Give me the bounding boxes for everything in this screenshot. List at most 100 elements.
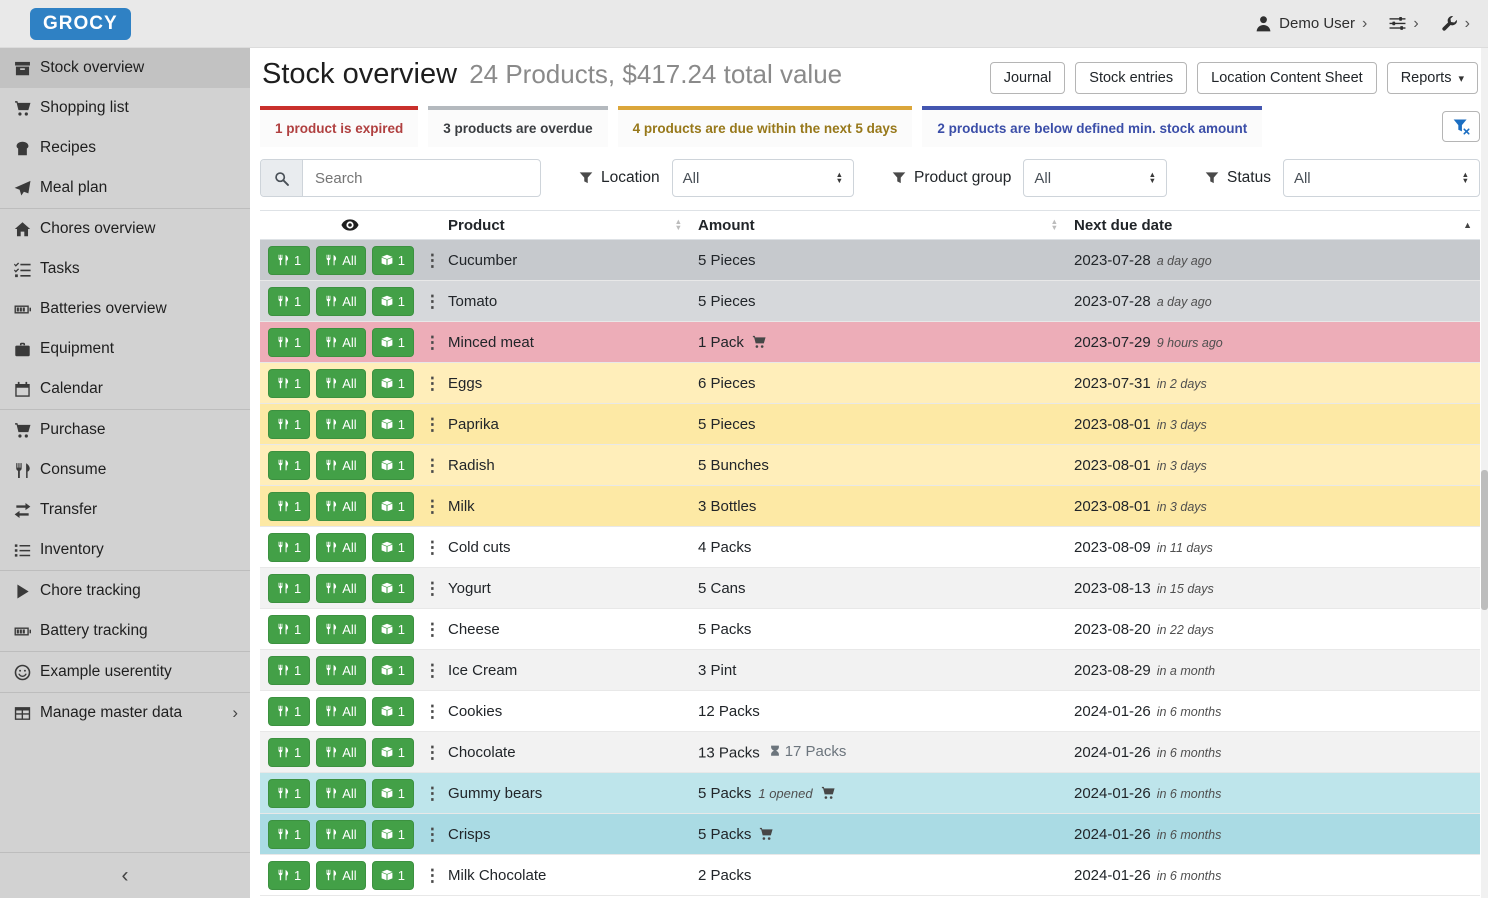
sort-icons[interactable]: ▲▼: [675, 219, 682, 232]
consume-one-button[interactable]: 1: [268, 246, 310, 275]
consume-one-button[interactable]: 1: [268, 615, 310, 644]
row-menu-button[interactable]: ⋮: [420, 867, 440, 884]
consume-all-button[interactable]: All: [316, 820, 365, 849]
consume-one-button[interactable]: 1: [268, 656, 310, 685]
consume-all-button[interactable]: All: [316, 615, 365, 644]
consume-all-button[interactable]: All: [316, 533, 365, 562]
row-menu-button[interactable]: ⋮: [420, 703, 440, 720]
consume-one-button[interactable]: 1: [268, 820, 310, 849]
consume-one-button[interactable]: 1: [268, 779, 310, 808]
consume-all-button[interactable]: All: [316, 492, 365, 521]
consume-one-button[interactable]: 1: [268, 697, 310, 726]
consume-one-button[interactable]: 1: [268, 451, 310, 480]
open-one-button[interactable]: 1: [372, 820, 414, 849]
sidebar-item-meal-plan[interactable]: Meal plan: [0, 168, 250, 208]
reports-button[interactable]: Reports ▾: [1387, 62, 1478, 94]
row-menu-button[interactable]: ⋮: [420, 539, 440, 556]
open-one-button[interactable]: 1: [372, 246, 414, 275]
consume-all-button[interactable]: All: [316, 779, 365, 808]
consume-one-button[interactable]: 1: [268, 369, 310, 398]
consume-all-button[interactable]: All: [316, 246, 365, 275]
row-menu-button[interactable]: ⋮: [420, 416, 440, 433]
open-one-button[interactable]: 1: [372, 861, 414, 890]
row-menu-button[interactable]: ⋮: [420, 662, 440, 679]
open-one-button[interactable]: 1: [372, 533, 414, 562]
sidebar-item-tasks[interactable]: Tasks: [0, 249, 250, 289]
status-card-danger[interactable]: 1 product is expired: [260, 106, 418, 147]
consume-one-button[interactable]: 1: [268, 574, 310, 603]
due-column-header[interactable]: Next due date ▲: [1066, 211, 1480, 240]
sidebar-item-inventory[interactable]: Inventory: [0, 530, 250, 570]
scrollbar-thumb[interactable]: [1481, 470, 1488, 610]
scrollbar[interactable]: [1481, 48, 1488, 898]
sidebar-item-chores-overview[interactable]: Chores overview: [0, 209, 250, 249]
open-one-button[interactable]: 1: [372, 369, 414, 398]
consume-all-button[interactable]: All: [316, 328, 365, 357]
filter-select[interactable]: All ▲▼: [1283, 159, 1480, 197]
sidebar-item-consume[interactable]: Consume: [0, 450, 250, 490]
sidebar-item-equipment[interactable]: Equipment: [0, 329, 250, 369]
journal-button[interactable]: Journal: [990, 62, 1066, 94]
status-card-secondary[interactable]: 3 products are overdue: [428, 106, 607, 147]
row-menu-button[interactable]: ⋮: [420, 498, 440, 515]
consume-one-button[interactable]: 1: [268, 861, 310, 890]
open-one-button[interactable]: 1: [372, 697, 414, 726]
consume-one-button[interactable]: 1: [268, 533, 310, 562]
consume-one-button[interactable]: 1: [268, 328, 310, 357]
consume-all-button[interactable]: All: [316, 656, 365, 685]
row-menu-button[interactable]: ⋮: [420, 334, 440, 351]
open-one-button[interactable]: 1: [372, 451, 414, 480]
sidebar-item-stock-overview[interactable]: Stock overview: [0, 48, 250, 88]
row-menu-button[interactable]: ⋮: [420, 457, 440, 474]
row-menu-button[interactable]: ⋮: [420, 785, 440, 802]
search-input[interactable]: [303, 160, 540, 196]
user-menu[interactable]: Demo User ›: [1255, 15, 1367, 32]
consume-all-button[interactable]: All: [316, 410, 365, 439]
row-menu-button[interactable]: ⋮: [420, 621, 440, 638]
sort-asc-icon[interactable]: ▲: [1463, 220, 1472, 230]
open-one-button[interactable]: 1: [372, 779, 414, 808]
open-one-button[interactable]: 1: [372, 410, 414, 439]
clear-filter-button[interactable]: [1442, 111, 1480, 142]
row-menu-button[interactable]: ⋮: [420, 744, 440, 761]
open-one-button[interactable]: 1: [372, 574, 414, 603]
consume-all-button[interactable]: All: [316, 697, 365, 726]
open-one-button[interactable]: 1: [372, 615, 414, 644]
sidebar-collapse-button[interactable]: ‹: [0, 852, 250, 898]
consume-one-button[interactable]: 1: [268, 738, 310, 767]
open-one-button[interactable]: 1: [372, 738, 414, 767]
row-menu-button[interactable]: ⋮: [420, 375, 440, 392]
sidebar-item-transfer[interactable]: Transfer: [0, 490, 250, 530]
stock-entries-button[interactable]: Stock entries: [1075, 62, 1187, 94]
sidebar-item-shopping-list[interactable]: Shopping list: [0, 88, 250, 128]
filter-select[interactable]: All ▲▼: [672, 159, 854, 197]
open-one-button[interactable]: 1: [372, 492, 414, 521]
filter-select[interactable]: All ▲▼: [1023, 159, 1167, 197]
eye-icon[interactable]: [268, 216, 432, 234]
row-menu-button[interactable]: ⋮: [420, 252, 440, 269]
consume-all-button[interactable]: All: [316, 861, 365, 890]
amount-column-header[interactable]: Amount ▲▼: [690, 211, 1066, 240]
consume-all-button[interactable]: All: [316, 451, 365, 480]
location-content-sheet-button[interactable]: Location Content Sheet: [1197, 62, 1377, 94]
admin-menu[interactable]: ›: [1441, 15, 1470, 32]
consume-all-button[interactable]: All: [316, 738, 365, 767]
sidebar-item-recipes[interactable]: Recipes: [0, 128, 250, 168]
sidebar-item-purchase[interactable]: Purchase: [0, 410, 250, 450]
grocy-logo[interactable]: GROCY: [30, 8, 131, 40]
sidebar-item-batteries-overview[interactable]: Batteries overview: [0, 289, 250, 329]
open-one-button[interactable]: 1: [372, 287, 414, 316]
consume-all-button[interactable]: All: [316, 369, 365, 398]
consume-one-button[interactable]: 1: [268, 492, 310, 521]
settings-menu[interactable]: ›: [1389, 15, 1418, 32]
status-card-warning[interactable]: 4 products are due within the next 5 day…: [618, 106, 913, 147]
sort-icons[interactable]: ▲▼: [1051, 219, 1058, 232]
sidebar-item-battery-tracking[interactable]: Battery tracking: [0, 611, 250, 651]
consume-one-button[interactable]: 1: [268, 287, 310, 316]
sidebar-item-chore-tracking[interactable]: Chore tracking: [0, 571, 250, 611]
row-menu-button[interactable]: ⋮: [420, 293, 440, 310]
open-one-button[interactable]: 1: [372, 328, 414, 357]
sidebar-item-example-userentity[interactable]: Example userentity: [0, 652, 250, 692]
open-one-button[interactable]: 1: [372, 656, 414, 685]
row-menu-button[interactable]: ⋮: [420, 580, 440, 597]
